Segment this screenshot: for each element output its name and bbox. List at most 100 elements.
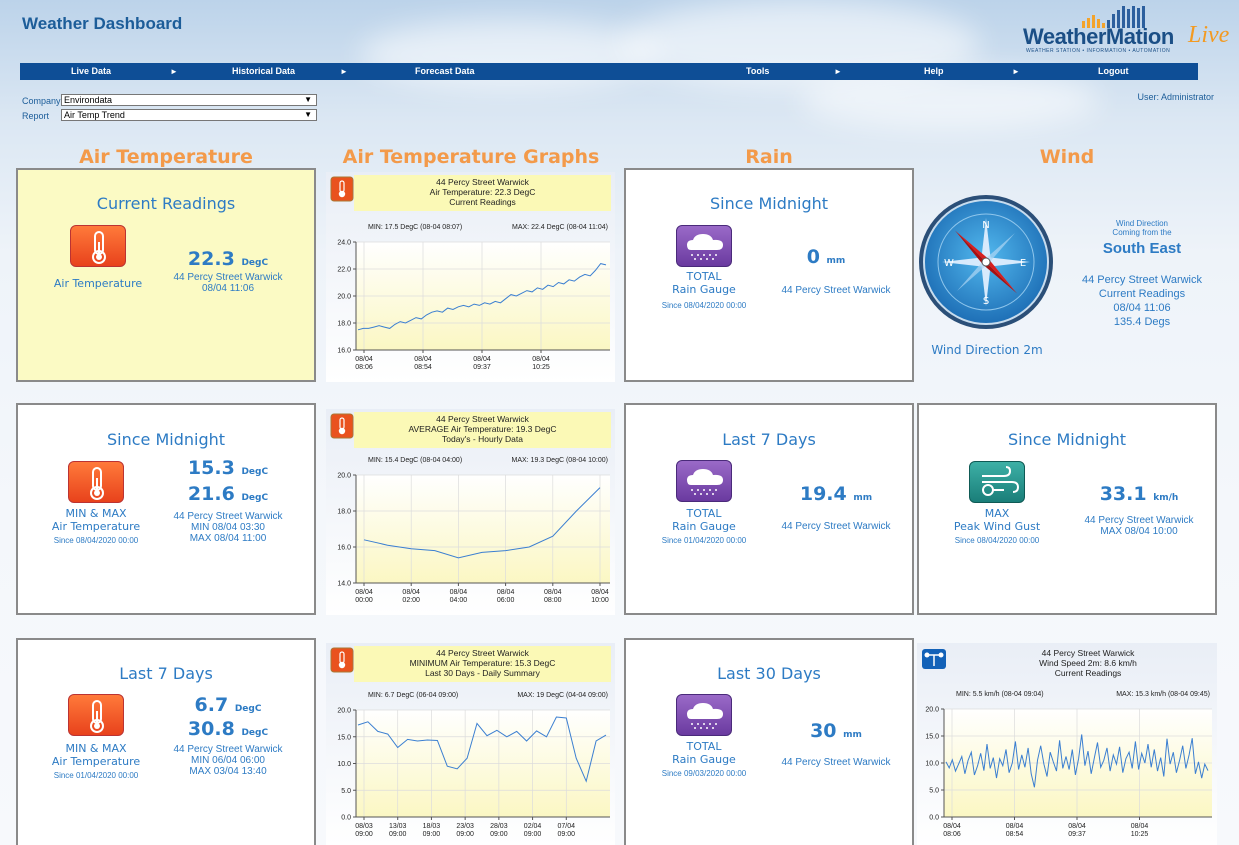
nav-label: Help <box>924 66 944 76</box>
rain-station: 44 Percy Street Warwick <box>781 521 891 532</box>
x-tick-label: 08/04 <box>1006 823 1024 830</box>
wind-dir-time: 08/04 11:06 <box>1113 302 1171 314</box>
max-unit: DegC <box>241 728 269 738</box>
rain-number: 30 <box>810 720 837 742</box>
air-temp-label: Air Temperature <box>51 755 141 768</box>
max-number: 30.8 <box>187 718 235 740</box>
company-value: Environdata <box>64 95 113 105</box>
x-tick-label: 02/04 <box>524 823 542 830</box>
wind-speed-graph: 44 Percy Street Warwick Wind Speed 2m: 8.… <box>917 643 1217 845</box>
gust-number: 33.1 <box>1099 483 1147 505</box>
x-tick-label: 10:00 <box>591 597 609 604</box>
plot-area <box>356 475 610 583</box>
nav-label: Forecast Data <box>415 66 475 76</box>
company-select[interactable]: Environdata ▼ <box>61 94 317 106</box>
x-tick-label: 00:00 <box>355 597 373 604</box>
rain-since: Since 09/03/2020 00:00 <box>661 769 747 778</box>
wind-direction-value: South East <box>1102 240 1182 257</box>
x-tick-label: 08:06 <box>943 831 961 838</box>
wind-icon <box>969 461 1025 503</box>
air-temp-30day-graph: 44 Percy Street Warwick MINIMUM Air Tempe… <box>326 643 615 845</box>
x-tick-label: 08/04 <box>943 823 961 830</box>
nav-label: Live Data <box>71 66 112 76</box>
thermometer-icon <box>68 461 124 503</box>
rain-label-total: TOTAL <box>686 740 722 753</box>
gust-unit: km/h <box>1153 493 1179 503</box>
chart-title: 44 Percy Street Warwick <box>436 177 529 187</box>
peak-gust-label: Peak Wind Gust <box>953 520 1041 533</box>
x-tick-label: 08/04 <box>1068 823 1086 830</box>
x-tick-label: 08/04 <box>473 356 491 363</box>
chevron-right-icon: ► <box>1012 67 1020 76</box>
station-label: 44 Percy Street Warwick <box>173 744 283 755</box>
nav-logout[interactable]: Logout <box>1044 63 1198 80</box>
air-temp-7days-panel: Last 7 Days MIN & MAX Air Temperature Si… <box>16 638 316 845</box>
x-tick-label: 07/04 <box>558 823 576 830</box>
app-title: Weather Dashboard <box>22 14 183 33</box>
air-temp-label: Air Temperature <box>51 520 141 533</box>
x-tick-label: 08/04 <box>544 589 562 596</box>
gust-max-time: MAX 08/04 10:00 <box>1100 526 1178 537</box>
dropdown-arrow-icon: ▼ <box>304 110 312 119</box>
y-tick-label: 15.0 <box>925 734 939 741</box>
chart-title: 44 Percy Street Warwick <box>436 414 529 424</box>
rain-label-gauge: Rain Gauge <box>672 283 736 296</box>
report-select[interactable]: Air Temp Trend ▼ <box>61 109 317 121</box>
panel-title: Since Midnight <box>709 194 829 213</box>
x-tick-label: 08:06 <box>355 364 373 371</box>
rain-cloud-icon <box>676 460 732 502</box>
chart-min-label: MIN: 5.5 km/h (08-04 09:04) <box>956 691 1044 698</box>
col-title-wind: Wind <box>1039 146 1095 168</box>
rain-unit: mm <box>843 730 862 740</box>
gust-value: 33.1 km/h <box>1069 483 1209 505</box>
nav-tools[interactable]: Tools ► <box>684 63 864 80</box>
air-temp-hourly-graph: 44 Percy Street Warwick AVERAGE Air Tempe… <box>326 409 615 615</box>
chart-max-label: MAX: 15.3 km/h (08-04 09:45) <box>1116 691 1210 698</box>
rain-value: 30 mm <box>766 720 906 742</box>
max-time: MAX 03/04 13:40 <box>189 766 267 777</box>
y-tick-label: 10.0 <box>925 761 939 768</box>
max-number: 21.6 <box>187 483 235 505</box>
nav-live-data[interactable]: Live Data ► <box>20 63 184 80</box>
air-temp-station: 44 Percy Street Warwick <box>173 272 283 283</box>
rain-cloud-icon <box>676 694 732 736</box>
x-tick-label: 18/03 <box>423 823 441 830</box>
report-label: Report <box>22 111 50 121</box>
chart-max-label: MAX: 22.4 DegC (08-04 11:04) <box>512 224 608 231</box>
panel-title: Since Midnight <box>1007 430 1127 449</box>
rain-label-gauge: Rain Gauge <box>672 753 736 766</box>
rain-since: Since 08/04/2020 00:00 <box>661 301 747 310</box>
svg-text:E: E <box>1020 258 1026 269</box>
max-unit: DegC <box>241 493 269 503</box>
rain-unit: mm <box>853 493 873 503</box>
chevron-right-icon: ► <box>834 67 842 76</box>
nav-historical-data[interactable]: Historical Data ► <box>184 63 352 80</box>
rain-value: 19.4 mm <box>766 483 906 505</box>
rain-number: 19.4 <box>799 483 847 505</box>
chart-subtitle: Wind Speed 2m: 8.6 km/h <box>1039 658 1137 668</box>
max-value: 21.6 DegC <box>168 483 288 505</box>
x-tick-label: 08/04 <box>591 589 609 596</box>
nav-help[interactable]: Help ► <box>864 63 1044 80</box>
col-title-rain: Rain <box>745 146 793 168</box>
nav-forecast-data[interactable]: Forecast Data <box>352 63 684 80</box>
gust-station: 44 Percy Street Warwick <box>1084 515 1194 526</box>
rain-since-midnight-panel: Since Midnight TOTAL Rain Gauge Since 08… <box>624 168 914 382</box>
x-tick-label: 09:00 <box>389 831 407 838</box>
since-label: Since 08/04/2020 00:00 <box>954 536 1040 545</box>
rain-30days-panel: Last 30 Days TOTAL Rain Gauge Since 09/0… <box>624 638 914 845</box>
rain-cloud-icon <box>676 225 732 267</box>
x-tick-label: 09:00 <box>423 831 441 838</box>
y-tick-label: 15.0 <box>337 734 351 741</box>
x-tick-label: 08/04 <box>450 589 468 596</box>
x-tick-label: 02:00 <box>402 597 420 604</box>
svg-text:N: N <box>982 220 989 231</box>
col-title-air-temperature-graphs: Air Temperature Graphs <box>342 146 600 168</box>
nav-label: Historical Data <box>232 66 296 76</box>
rain-7days-panel: Last 7 Days TOTAL Rain Gauge Since 01/04… <box>624 403 914 615</box>
min-time: MIN 08/04 03:30 <box>191 522 265 533</box>
nav-label: Logout <box>1098 66 1129 76</box>
x-tick-label: 09:00 <box>524 831 542 838</box>
thermometer-icon <box>330 647 354 673</box>
report-selector: Report Air Temp Trend ▼ <box>22 109 317 121</box>
